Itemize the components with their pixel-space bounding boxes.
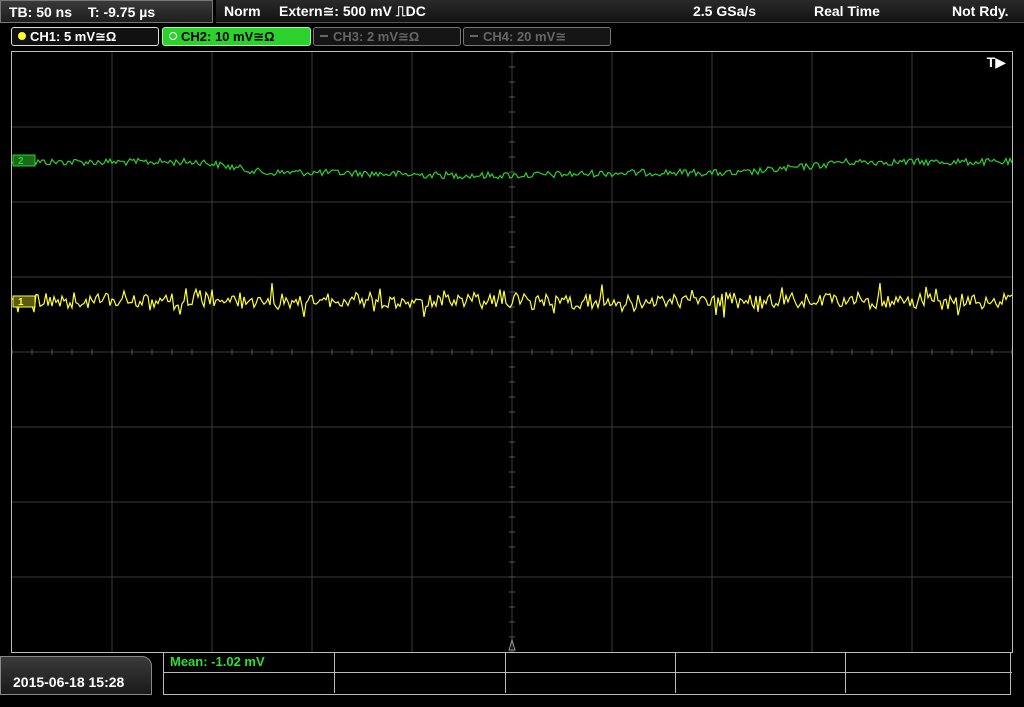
channel-1-dot-icon	[18, 32, 26, 40]
measurement-cell[interactable]	[506, 653, 676, 673]
sample-rate: 2.5 GSa/s	[693, 3, 757, 19]
time-offset-label: T: -9.75 µs	[87, 4, 156, 20]
run-state: Not Rdy.	[952, 3, 1009, 19]
status-bar: TB: 50 ns T: -9.75 µs Norm Extern≅: 500 …	[0, 0, 1024, 24]
channel-1-marker-text: 1	[18, 297, 24, 308]
channel-2-marker-text: 2	[18, 156, 24, 167]
measurement-cell[interactable]	[676, 653, 846, 673]
channel-3-off-icon	[320, 35, 328, 37]
channel-2-label: CH2: 10 mV≅Ω	[181, 29, 275, 44]
channel-3-label: CH3: 2 mV≅Ω	[333, 29, 420, 44]
acquisition-status: Norm Extern≅: 500 mV ⎍DC 2.5 GSa/s Real …	[216, 0, 1024, 23]
mean-measurement: Mean: -1.02 mV	[170, 654, 265, 669]
timebase-box[interactable]: TB: 50 ns T: -9.75 µs	[0, 0, 213, 23]
channel-1-label: CH1: 5 mV≅Ω	[30, 29, 117, 44]
waveform-display[interactable]: 2 1 T▶	[11, 51, 1013, 653]
trigger-mode[interactable]: Norm	[224, 0, 261, 22]
channel-2-marker: 2	[12, 154, 36, 167]
timebase-label: TB: 50 ns	[9, 4, 73, 20]
channel-1-marker: 1	[12, 295, 36, 308]
measurement-cell[interactable]	[846, 673, 1012, 693]
measurement-cell[interactable]	[164, 673, 335, 693]
channel-4-off-icon	[470, 35, 478, 37]
acquisition-mode: Real Time	[814, 3, 880, 19]
measurement-panel: Mean: -1.02 mV	[163, 652, 1012, 695]
waveform-canvas: 2 1	[12, 52, 1012, 652]
measurement-cell[interactable]	[846, 653, 1012, 673]
measurement-cell[interactable]	[506, 673, 676, 693]
channel-bar: CH1: 5 mV≅Ω CH2: 10 mV≅Ω CH3: 2 mV≅Ω CH4…	[0, 26, 1024, 48]
trigger-source[interactable]: Extern≅: 500 mV ⎍DC	[279, 0, 426, 22]
measurement-cell[interactable]	[335, 673, 506, 693]
trigger-level-marker[interactable]: T▶	[987, 54, 1006, 71]
date-time: 2015-06-18 15:28	[0, 656, 152, 695]
channel-1-tab[interactable]: CH1: 5 mV≅Ω	[11, 27, 159, 46]
channel-3-tab[interactable]: CH3: 2 mV≅Ω	[313, 27, 461, 46]
measurement-cell[interactable]	[676, 673, 846, 693]
channel-2-tab[interactable]: CH2: 10 mV≅Ω	[162, 27, 311, 46]
measurement-cell[interactable]	[335, 653, 506, 673]
channel-4-tab[interactable]: CH4: 20 mV≅	[463, 27, 611, 46]
channel-2-dot-icon	[169, 32, 177, 40]
channel-4-label: CH4: 20 mV≅	[483, 29, 567, 44]
